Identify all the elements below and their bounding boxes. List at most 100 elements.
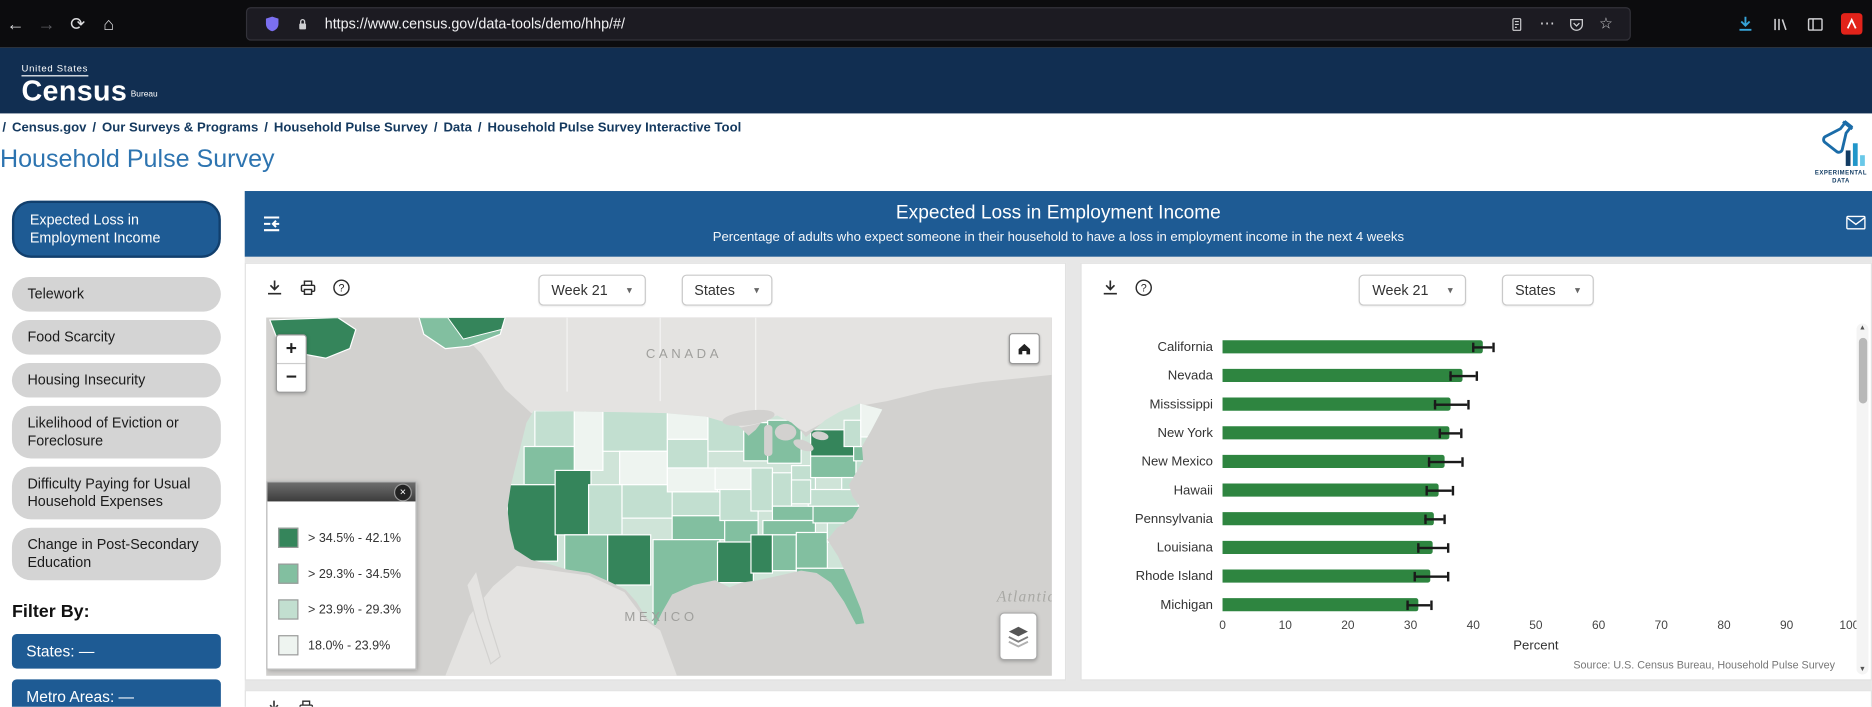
census-logo[interactable]: United States CensusBureau bbox=[21, 56, 157, 106]
breadcrumb-item[interactable]: Our Surveys & Programs bbox=[102, 121, 258, 135]
breadcrumb-item[interactable]: Household Pulse Survey bbox=[274, 121, 428, 135]
state-al[interactable] bbox=[772, 535, 796, 571]
x-tick-label: 50 bbox=[1529, 620, 1542, 633]
pocket-icon[interactable] bbox=[1569, 16, 1585, 32]
bar-row-pennsylvania[interactable]: Pennsylvania bbox=[1082, 505, 1850, 534]
reload-icon[interactable]: ⟳ bbox=[62, 13, 93, 34]
sidebar-item-food-scarcity[interactable]: Food Scarcity bbox=[12, 320, 221, 355]
bar-row-louisiana[interactable]: Louisiana bbox=[1082, 534, 1850, 563]
bar[interactable] bbox=[1223, 398, 1451, 411]
url-bar[interactable]: https://www.census.gov/data-tools/demo/h… bbox=[246, 7, 1631, 40]
back-icon[interactable]: ← bbox=[0, 14, 31, 34]
chart-scrollbar[interactable]: ▲ ▼ bbox=[1856, 324, 1868, 675]
bar[interactable] bbox=[1223, 569, 1431, 582]
bar-row-new-mexico[interactable]: New Mexico bbox=[1082, 448, 1850, 477]
sidebar-item-telework[interactable]: Telework bbox=[12, 277, 221, 312]
map-home-button[interactable] bbox=[1009, 333, 1040, 364]
state-wv[interactable] bbox=[792, 480, 811, 504]
state-vt[interactable] bbox=[844, 420, 861, 446]
breadcrumb-item[interactable]: Census.gov bbox=[12, 121, 86, 135]
state-ut[interactable] bbox=[589, 485, 622, 535]
map-geography-dropdown[interactable]: States ▾ bbox=[681, 275, 772, 306]
x-tick-label: 90 bbox=[1780, 620, 1793, 633]
choropleth-map[interactable]: CANADA MEXICO Atlantic + − × bbox=[266, 318, 1052, 676]
bar[interactable] bbox=[1223, 484, 1439, 497]
state-pa[interactable] bbox=[811, 456, 856, 477]
sidebar-item-expected-loss[interactable]: Expected Loss in Employment Income bbox=[12, 201, 221, 258]
lock-icon[interactable] bbox=[295, 16, 311, 32]
bar-row-new-york[interactable]: New York bbox=[1082, 419, 1850, 448]
chart-geography-dropdown[interactable]: States ▾ bbox=[1502, 275, 1593, 306]
download-icon[interactable] bbox=[265, 698, 283, 706]
sidebar-item-household-expenses[interactable]: Difficulty Paying for Usual Household Ex… bbox=[12, 467, 221, 520]
bar-row-nevada[interactable]: Nevada bbox=[1082, 362, 1850, 391]
forward-icon[interactable]: → bbox=[31, 14, 62, 34]
print-icon[interactable] bbox=[297, 698, 315, 706]
breadcrumb-item[interactable]: Household Pulse Survey Interactive Tool bbox=[488, 121, 742, 135]
state-in[interactable] bbox=[772, 473, 791, 506]
bar-row-michigan[interactable]: Michigan bbox=[1082, 591, 1850, 620]
reader-view-icon[interactable] bbox=[1509, 16, 1525, 32]
chart-week-dropdown[interactable]: Week 21 ▾ bbox=[1359, 275, 1466, 306]
bar[interactable] bbox=[1223, 369, 1463, 382]
scroll-down-icon[interactable]: ▼ bbox=[1856, 666, 1868, 673]
page-actions-ellipsis-icon[interactable]: ⋯ bbox=[1539, 14, 1555, 33]
url-text[interactable]: https://www.census.gov/data-tools/demo/h… bbox=[325, 16, 1503, 33]
bar-label: Pennsylvania bbox=[1082, 512, 1223, 526]
bar[interactable] bbox=[1223, 541, 1433, 554]
breadcrumb-item[interactable]: Data bbox=[443, 121, 471, 135]
state-ia[interactable] bbox=[715, 468, 751, 489]
state-va[interactable] bbox=[808, 489, 858, 506]
state-co[interactable] bbox=[622, 485, 675, 518]
map-week-dropdown[interactable]: Week 21 ▾ bbox=[538, 275, 645, 306]
sidebar-toggle-icon[interactable] bbox=[1806, 15, 1824, 33]
state-mt[interactable] bbox=[603, 411, 667, 452]
state-nv[interactable] bbox=[555, 470, 591, 534]
sidebar-item-housing-insecurity[interactable]: Housing Insecurity bbox=[12, 363, 221, 398]
state-id[interactable] bbox=[574, 411, 603, 471]
state-ks[interactable] bbox=[672, 492, 722, 516]
bar-row-hawaii[interactable]: Hawaii bbox=[1082, 476, 1850, 505]
legend-swatch-2 bbox=[278, 564, 298, 584]
state-il[interactable] bbox=[751, 468, 772, 511]
states-filter-button[interactable]: States: — bbox=[12, 634, 221, 669]
downloads-icon[interactable] bbox=[1736, 14, 1755, 33]
bar[interactable] bbox=[1223, 340, 1483, 353]
state-ok[interactable] bbox=[672, 516, 727, 540]
bookmark-star-icon[interactable]: ☆ bbox=[1599, 14, 1613, 33]
state-ms[interactable] bbox=[751, 535, 772, 573]
metro-areas-filter-button[interactable]: Metro Areas: — bbox=[12, 679, 221, 706]
legend-close-icon[interactable]: × bbox=[394, 484, 412, 502]
bar-label: Rhode Island bbox=[1082, 569, 1223, 583]
state-wy[interactable] bbox=[620, 451, 668, 484]
map-card: ? Week 21 ▾ States ▾ bbox=[245, 263, 1066, 681]
adobe-acrobat-extension-icon[interactable] bbox=[1841, 13, 1862, 34]
bar[interactable] bbox=[1223, 512, 1434, 525]
bar[interactable] bbox=[1223, 426, 1450, 439]
state-ne[interactable] bbox=[667, 468, 717, 492]
bar[interactable] bbox=[1223, 598, 1419, 611]
state-ga[interactable] bbox=[796, 532, 827, 568]
sidebar-item-eviction[interactable]: Likelihood of Eviction or Foreclosure bbox=[12, 406, 221, 459]
zoom-out-button[interactable]: − bbox=[277, 364, 306, 391]
sidebar-item-post-secondary[interactable]: Change in Post-Secondary Education bbox=[12, 528, 221, 581]
browser-home-icon[interactable]: ⌂ bbox=[93, 14, 124, 34]
legend-header[interactable]: × bbox=[267, 482, 415, 501]
bar-row-rhode-island[interactable]: Rhode Island bbox=[1082, 562, 1850, 591]
bar-row-california[interactable]: California bbox=[1082, 333, 1850, 362]
email-envelope-icon[interactable] bbox=[1846, 215, 1866, 231]
map-layers-button[interactable] bbox=[999, 612, 1037, 660]
state-sd[interactable] bbox=[667, 439, 708, 468]
bar-row-mississippi[interactable]: Mississippi bbox=[1082, 390, 1850, 419]
bar[interactable] bbox=[1223, 455, 1445, 468]
state-ky[interactable] bbox=[772, 506, 815, 520]
bar-label: Nevada bbox=[1082, 369, 1223, 383]
zoom-in-button[interactable]: + bbox=[277, 335, 306, 364]
state-la[interactable] bbox=[718, 542, 754, 583]
tracking-protection-shield-icon[interactable] bbox=[264, 16, 281, 33]
scroll-up-icon[interactable]: ▲ bbox=[1856, 325, 1868, 332]
library-icon[interactable] bbox=[1772, 15, 1790, 33]
scrollbar-thumb[interactable] bbox=[1858, 338, 1866, 404]
state-nm[interactable] bbox=[608, 535, 651, 585]
x-axis-ticks: 0102030405060708090100 bbox=[1223, 620, 1850, 637]
